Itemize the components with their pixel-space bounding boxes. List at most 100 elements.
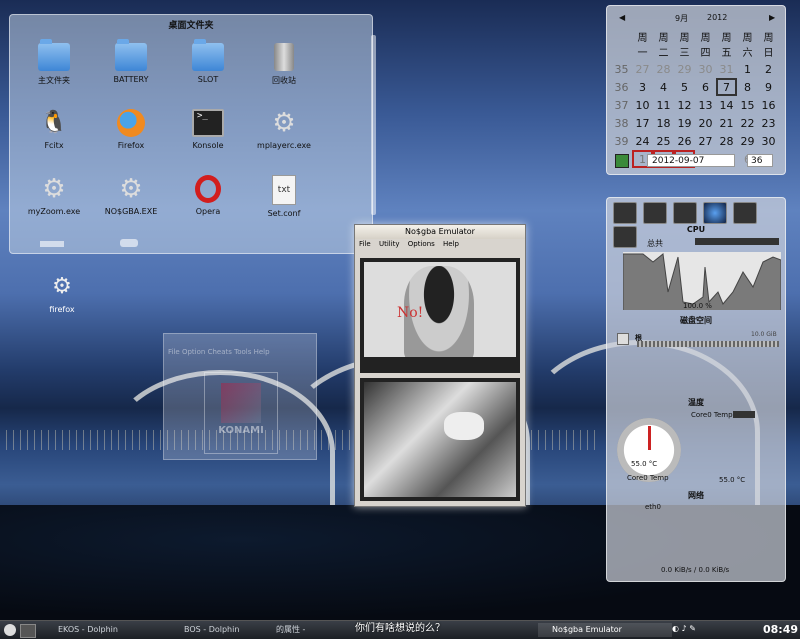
calendar-day[interactable]: 11 xyxy=(653,96,674,114)
calendar-day-today[interactable]: 7 xyxy=(716,78,737,96)
calendar-day[interactable]: 28 xyxy=(653,60,674,78)
calendar-day[interactable]: 18 xyxy=(653,114,674,132)
mplayerc-icon-item[interactable]: ⚙ mplayerc.exe xyxy=(244,109,324,150)
window-title: No$gba Emulator xyxy=(405,227,475,236)
menu-file[interactable]: File xyxy=(359,240,371,248)
icon-label: Fcitx xyxy=(44,141,64,150)
menu-options[interactable]: Options xyxy=(408,240,435,248)
konami-emblem xyxy=(221,383,261,423)
nosgba-icon-item[interactable]: ⚙ NO$GBA.EXE xyxy=(91,175,171,216)
week-spinbox[interactable]: 36 xyxy=(747,154,773,167)
hdd-icon xyxy=(617,333,629,345)
weekday-header: 周四 xyxy=(700,33,711,59)
calendar-day[interactable]: 30 xyxy=(758,132,779,150)
today-calendar-icon[interactable] xyxy=(615,154,629,168)
menu-utility[interactable]: Utility xyxy=(379,240,400,248)
menu-help[interactable]: Help xyxy=(443,240,459,248)
calendar-day[interactable]: 27 xyxy=(695,132,716,150)
disk-usage-bar xyxy=(637,341,779,347)
terminal-icon: >_ xyxy=(192,109,224,137)
text-box xyxy=(364,357,516,369)
cpu-section-title: CPU xyxy=(686,225,706,234)
emulator-titlebar[interactable]: No$gba Emulator xyxy=(355,225,525,239)
trash-icon-item[interactable]: 回收站 xyxy=(244,43,324,86)
calendar-day[interactable]: 12 xyxy=(674,96,695,114)
setconf-icon-item[interactable]: txt Set.conf xyxy=(244,175,324,218)
calendar-day[interactable]: 30 xyxy=(695,60,716,78)
menu-item: Help xyxy=(253,348,270,356)
konsole-icon-item[interactable]: >_ Konsole xyxy=(168,109,248,150)
icon-label: Firefox xyxy=(117,141,145,150)
folder-icon xyxy=(192,39,224,71)
calendar-day[interactable]: 26 xyxy=(674,132,695,150)
battery-icon[interactable] xyxy=(613,202,637,224)
calendar-day[interactable]: 13 xyxy=(695,96,716,114)
folder-icon xyxy=(115,39,147,71)
bottom-screen[interactable] xyxy=(360,378,520,501)
calendar-day[interactable]: 29 xyxy=(737,132,758,150)
calendar-day[interactable]: 16 xyxy=(758,96,779,114)
trash-icon xyxy=(274,43,294,71)
calendar-day[interactable]: 25 xyxy=(653,132,674,150)
battery-folder-icon-item[interactable]: BATTERY xyxy=(91,39,171,84)
temp-sensor-label: Core0 Temp xyxy=(691,411,733,419)
calendar-day[interactable]: 1 xyxy=(737,60,758,78)
partial-gear-icon xyxy=(120,239,138,247)
emulator-window: No$gba Emulator File Utility Options Hel… xyxy=(354,224,526,507)
calendar-day[interactable]: 24 xyxy=(632,132,653,150)
calendar-day[interactable]: 5 xyxy=(674,78,695,96)
home-folder-icon-item[interactable]: 主文件夹 xyxy=(14,39,94,86)
cpu-usage-bar xyxy=(695,238,779,245)
disk-section-title: 磁盘空间 xyxy=(680,316,712,325)
gear-icon: ⚙ xyxy=(272,108,296,138)
calendar-day[interactable]: 4 xyxy=(653,78,674,96)
firefox-icon-item[interactable]: Firefox xyxy=(91,109,171,150)
prev-month-arrow-icon[interactable]: ◀ xyxy=(619,13,625,22)
calendar-day[interactable]: 22 xyxy=(737,114,758,132)
opera-icon-item[interactable]: Opera xyxy=(168,175,248,216)
icon-label: firefox xyxy=(49,305,75,314)
myzoom-icon-item[interactable]: ⚙ myZoom.exe xyxy=(14,175,94,216)
calendar-day[interactable]: 19 xyxy=(674,114,695,132)
desktop-firefox-icon-item[interactable]: ⚙ firefox xyxy=(22,273,102,314)
calendar-day[interactable]: 10 xyxy=(632,96,653,114)
date-input[interactable]: 2012-09-07 xyxy=(647,154,735,167)
calendar-day[interactable]: 27 xyxy=(632,60,653,78)
top-screen[interactable]: No! xyxy=(360,258,520,373)
opera-icon xyxy=(195,175,221,203)
calendar-month[interactable]: 9月 xyxy=(675,13,688,24)
calendar-day[interactable]: 9 xyxy=(758,78,779,96)
konami-text: KONAMI xyxy=(218,425,264,436)
network-globe-icon[interactable] xyxy=(703,202,727,224)
calendar-day[interactable]: 29 xyxy=(674,60,695,78)
system-monitor-widget: CPU 总共 100.0 % 磁盘空间 根 10.0 GiB 温度 Core0 … xyxy=(606,197,786,582)
folder-icon xyxy=(38,39,70,71)
icon-label: myZoom.exe xyxy=(27,207,81,216)
calendar-day[interactable]: 28 xyxy=(716,132,737,150)
next-month-arrow-icon[interactable]: ▶ xyxy=(769,13,775,22)
menu-item: Cheats xyxy=(207,348,232,356)
calendar-day[interactable]: 8 xyxy=(737,78,758,96)
calendar-day[interactable]: 14 xyxy=(716,96,737,114)
week-number: 38 xyxy=(614,116,629,130)
network-rate-label: 0.0 KiB/s / 0.0 KiB/s xyxy=(661,566,730,574)
calendar-day[interactable]: 2 xyxy=(758,60,779,78)
calendar-day[interactable]: 15 xyxy=(737,96,758,114)
hardware-icon[interactable] xyxy=(673,202,697,224)
calendar-day[interactable]: 20 xyxy=(695,114,716,132)
calendar-day[interactable]: 17 xyxy=(632,114,653,132)
calendar-year[interactable]: 2012 xyxy=(707,13,727,22)
calendar-day[interactable]: 23 xyxy=(758,114,779,132)
calendar-day[interactable]: 21 xyxy=(716,114,737,132)
folder-view-scrollbar[interactable] xyxy=(371,35,376,215)
video-subtitle: 你们有啥想说的么？ xyxy=(355,623,445,634)
calendar-day[interactable]: 31 xyxy=(716,60,737,78)
calendar-day[interactable]: 6 xyxy=(695,78,716,96)
fcitx-icon-item[interactable]: 🐧 Fcitx xyxy=(14,109,94,150)
icon-label: BATTERY xyxy=(113,75,149,84)
slot-folder-icon-item[interactable]: SLOT xyxy=(168,39,248,84)
penguin-icon: 🐧 xyxy=(40,110,68,135)
chart-icon[interactable] xyxy=(733,202,757,224)
disk-icon[interactable] xyxy=(643,202,667,224)
calendar-day[interactable]: 3 xyxy=(632,78,653,96)
